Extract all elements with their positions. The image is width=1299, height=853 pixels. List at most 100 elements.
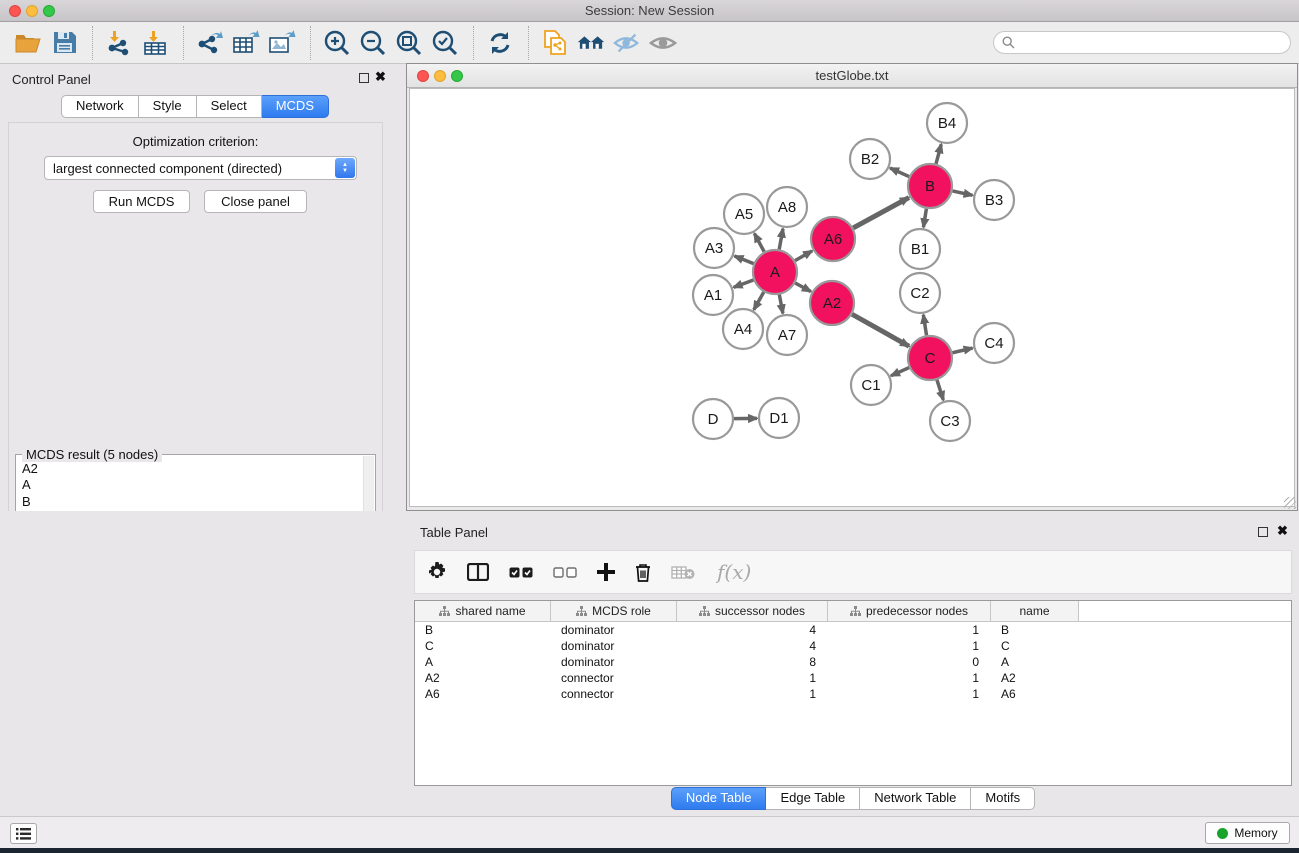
export-table-icon[interactable]: [232, 29, 260, 57]
table-tab-node-table[interactable]: Node Table: [671, 787, 767, 810]
table-tab-edge-table[interactable]: Edge Table: [766, 787, 860, 810]
window-resize-grip[interactable]: [1284, 497, 1296, 509]
zoom-in-icon[interactable]: [323, 29, 351, 57]
graph-node-A[interactable]: A: [753, 250, 797, 294]
show-all-icon[interactable]: [649, 29, 677, 57]
column-header-successor-nodes[interactable]: successor nodes: [677, 601, 828, 621]
table-row[interactable]: Bdominator41B: [415, 622, 1291, 638]
table-tab-motifs[interactable]: Motifs: [971, 787, 1035, 810]
window-minimize-button[interactable]: [26, 5, 38, 17]
column-header-name[interactable]: name: [991, 601, 1079, 621]
graph-node-C[interactable]: C: [908, 336, 952, 380]
table-tab-network-table[interactable]: Network Table: [860, 787, 971, 810]
search-input[interactable]: [1015, 36, 1290, 50]
search-field[interactable]: [993, 31, 1291, 54]
graph-node-B3[interactable]: B3: [974, 180, 1014, 220]
graph-node-C1[interactable]: C1: [851, 365, 891, 405]
select-all-checkboxes-icon[interactable]: [509, 567, 533, 578]
column-header-MCDS-role[interactable]: MCDS role: [551, 601, 677, 621]
graph-edge-B-B3[interactable]: [952, 191, 972, 195]
graph-node-A3[interactable]: A3: [694, 228, 734, 268]
import-table-icon[interactable]: [141, 29, 169, 57]
table-cell[interactable]: C: [415, 638, 551, 654]
table-cell[interactable]: 1: [677, 670, 828, 686]
close-panel-button[interactable]: Close panel: [204, 190, 307, 213]
graph-node-C4[interactable]: C4: [974, 323, 1014, 363]
graph-edge-A-A8[interactable]: [779, 229, 783, 250]
column-header-predecessor-nodes[interactable]: predecessor nodes: [828, 601, 991, 621]
network-window-minimize-button[interactable]: [434, 70, 446, 82]
table-cell[interactable]: 1: [828, 670, 991, 686]
graph-node-C3[interactable]: C3: [930, 401, 970, 441]
tab-select[interactable]: Select: [197, 95, 262, 118]
graph-edge-C-C4[interactable]: [952, 348, 972, 353]
close-table-panel-icon[interactable]: ✖: [1277, 524, 1288, 538]
table-row[interactable]: A6connector11A6: [415, 686, 1291, 702]
graph-edge-A-A3[interactable]: [734, 256, 753, 264]
table-cell[interactable]: 1: [677, 686, 828, 702]
table-cell[interactable]: 1: [828, 622, 991, 638]
close-panel-icon[interactable]: ✖: [375, 70, 386, 84]
delete-row-icon[interactable]: [635, 563, 651, 582]
add-row-icon[interactable]: [597, 563, 615, 581]
hide-selected-icon[interactable]: [613, 29, 641, 57]
float-table-panel-icon[interactable]: [1258, 527, 1268, 537]
table-cell[interactable]: 8: [677, 654, 828, 670]
show-columns-icon[interactable]: [467, 563, 489, 581]
export-network-icon[interactable]: [196, 29, 224, 57]
table-cell[interactable]: 4: [677, 622, 828, 638]
network-window-close-button[interactable]: [417, 70, 429, 82]
float-panel-icon[interactable]: [359, 73, 369, 83]
new-network-from-selection-icon[interactable]: [541, 29, 569, 57]
table-cell[interactable]: A2: [415, 670, 551, 686]
show-panels-button[interactable]: [10, 823, 37, 844]
delete-table-icon[interactable]: [671, 565, 695, 580]
graph-node-B2[interactable]: B2: [850, 139, 890, 179]
memory-button[interactable]: Memory: [1205, 822, 1290, 844]
network-window-titlebar[interactable]: testGlobe.txt: [407, 64, 1297, 88]
import-network-icon[interactable]: [105, 29, 133, 57]
column-header-shared-name[interactable]: shared name: [415, 601, 551, 621]
network-graph[interactable]: B4B2BB3A8A5A6B1A3AC2A1A2A4A7C4CC1DD1C3: [410, 89, 1294, 506]
graph-edge-A6-B[interactable]: [853, 198, 909, 228]
refresh-icon[interactable]: [486, 29, 514, 57]
criterion-dropdown[interactable]: largest connected component (directed) ▲…: [44, 156, 357, 180]
table-cell[interactable]: 1: [828, 638, 991, 654]
graph-edge-A2-C[interactable]: [852, 314, 909, 346]
table-row[interactable]: Cdominator41C: [415, 638, 1291, 654]
graph-node-A4[interactable]: A4: [723, 309, 763, 349]
table-cell[interactable]: connector: [551, 686, 677, 702]
table-cell[interactable]: 4: [677, 638, 828, 654]
table-cell[interactable]: 1: [828, 686, 991, 702]
table-cell[interactable]: B: [991, 622, 1079, 638]
graph-node-D[interactable]: D: [693, 399, 733, 439]
graph-node-D1[interactable]: D1: [759, 398, 799, 438]
table-row[interactable]: Adominator80A: [415, 654, 1291, 670]
network-window-zoom-button[interactable]: [451, 70, 463, 82]
table-cell[interactable]: connector: [551, 670, 677, 686]
graph-node-A7[interactable]: A7: [767, 315, 807, 355]
function-builder-icon[interactable]: f(x): [717, 560, 751, 584]
tab-style[interactable]: Style: [139, 95, 197, 118]
graph-edge-A-A1[interactable]: [734, 280, 754, 287]
result-item[interactable]: B: [22, 494, 364, 510]
graph-node-B1[interactable]: B1: [900, 229, 940, 269]
graph-node-A6[interactable]: A6: [811, 217, 855, 261]
graph-edge-B-B1[interactable]: [923, 209, 926, 228]
first-neighbors-icon[interactable]: [577, 29, 605, 57]
export-image-icon[interactable]: [268, 29, 296, 57]
tab-network[interactable]: Network: [61, 95, 139, 118]
window-zoom-button[interactable]: [43, 5, 55, 17]
table-cell[interactable]: C: [991, 638, 1079, 654]
graph-edge-A-A5[interactable]: [754, 233, 764, 251]
result-item[interactable]: A2: [22, 461, 364, 477]
table-cell[interactable]: B: [415, 622, 551, 638]
graph-edge-B-B4[interactable]: [936, 144, 941, 164]
window-close-button[interactable]: [9, 5, 21, 17]
table-cell[interactable]: A: [415, 654, 551, 670]
zoom-out-icon[interactable]: [359, 29, 387, 57]
graph-edge-B-B2[interactable]: [890, 168, 909, 177]
zoom-fit-icon[interactable]: [395, 29, 423, 57]
graph-node-A1[interactable]: A1: [693, 275, 733, 315]
table-cell[interactable]: A6: [415, 686, 551, 702]
